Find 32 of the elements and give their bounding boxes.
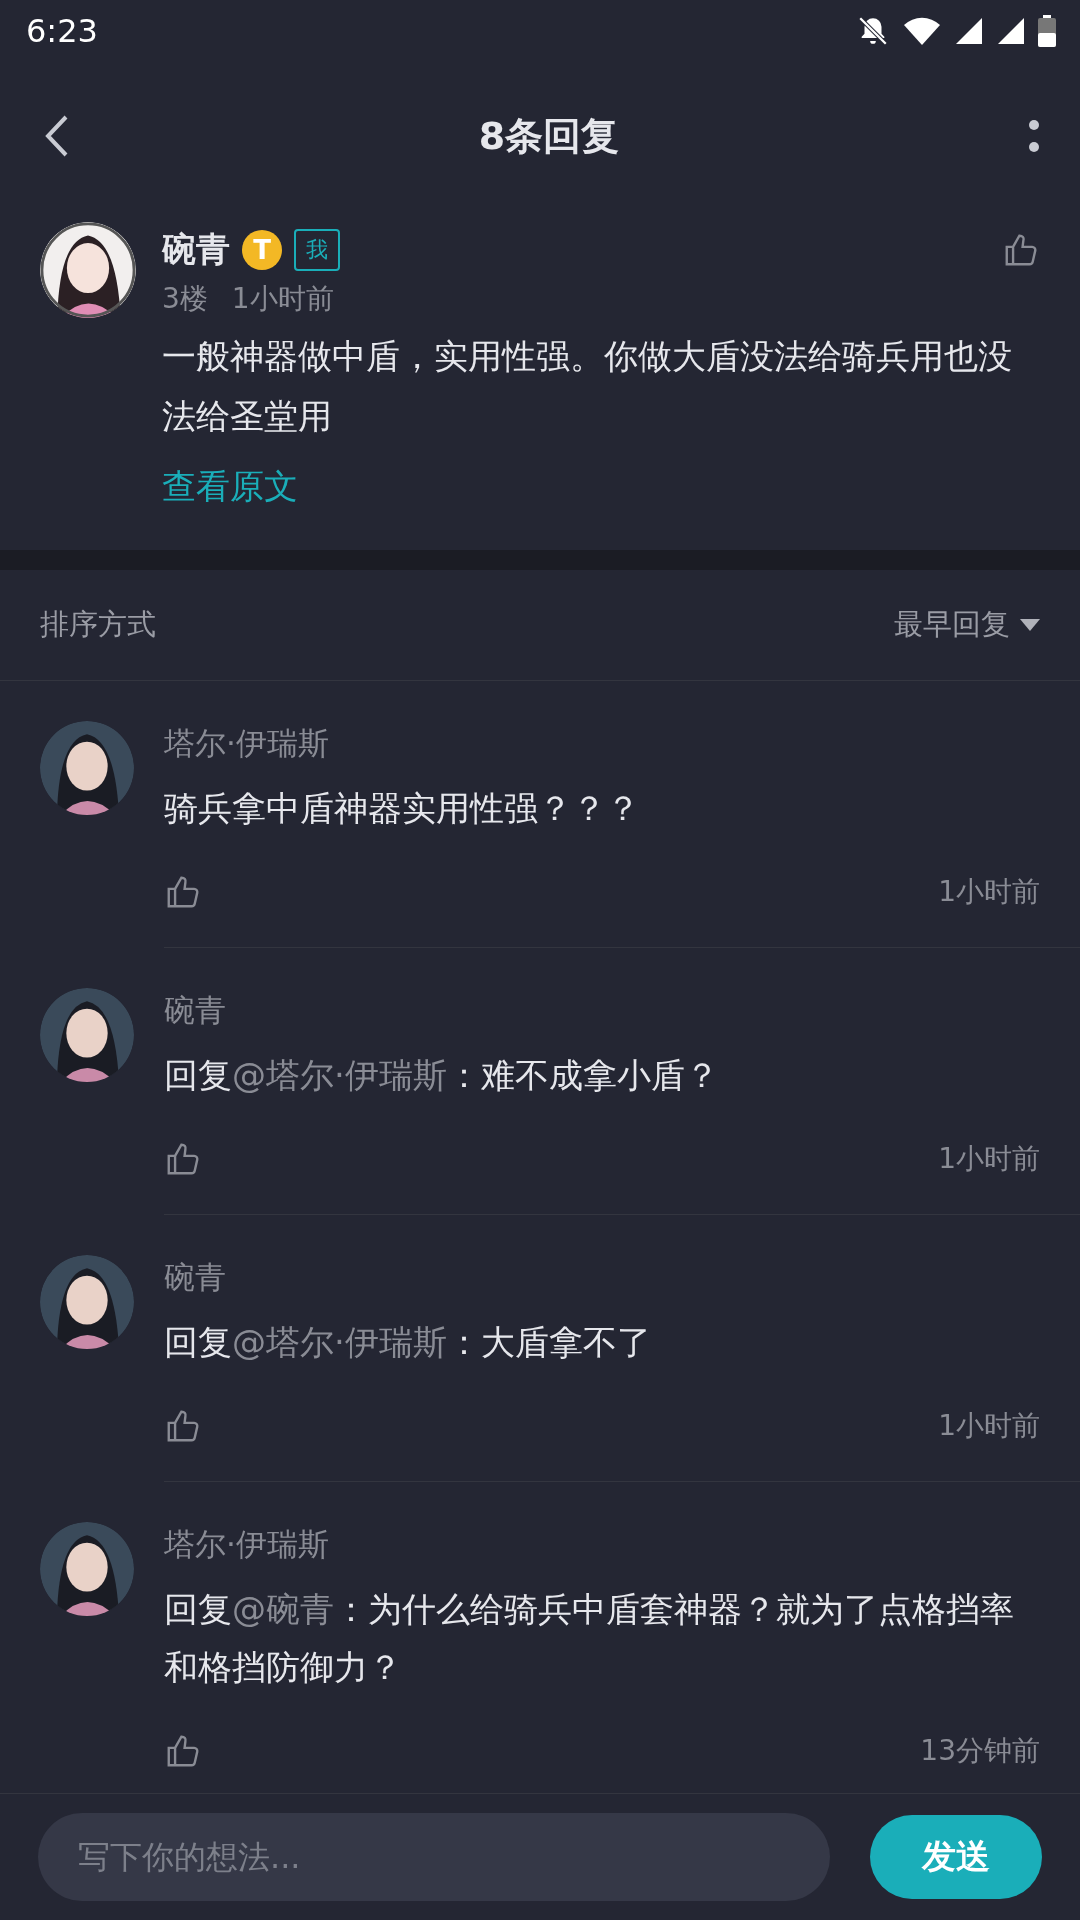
- battery-icon: [1038, 15, 1056, 47]
- author-name: 碗青: [162, 228, 230, 271]
- page-title: 8条回复: [478, 112, 620, 160]
- reply-text: 骑兵拿中盾神器实用性强？？？: [164, 787, 641, 830]
- reply-text: 回复@碗青：为什么给骑兵中盾套神器？就为了点格挡率和格挡防御力？: [164, 1588, 1015, 1689]
- caret-icon: [1020, 619, 1040, 631]
- back-icon[interactable]: [44, 114, 70, 158]
- author-name: 碗青: [164, 991, 227, 1030]
- me-tag: 我: [294, 229, 340, 271]
- sort-dropdown[interactable]: 最早回复: [894, 605, 1040, 645]
- reply-time: 1小时前: [938, 1141, 1040, 1177]
- wifi-icon: [902, 15, 942, 47]
- bell-off-icon: [856, 14, 890, 48]
- sort-label: 排序方式: [40, 606, 156, 643]
- signal-icon: [954, 16, 984, 46]
- author-name: 塔尔·伊瑞斯: [164, 724, 330, 763]
- post-time: 1小时前: [231, 281, 334, 317]
- view-original-link[interactable]: 查看原文: [162, 464, 1040, 510]
- comment-text: 一般神器做中盾，实用性强。你做大盾没法给骑兵用也没法给圣堂用: [162, 335, 1013, 438]
- reply-time: 1小时前: [938, 874, 1040, 910]
- status-time: 6:23: [26, 12, 98, 50]
- comment-input[interactable]: 写下你的想法...: [38, 1813, 830, 1901]
- reply-time: 1小时前: [938, 1408, 1040, 1444]
- reply-text: 回复@塔尔·伊瑞斯：大盾拿不了: [164, 1321, 652, 1364]
- signal-icon: [996, 16, 1026, 46]
- reply-text: 回复@塔尔·伊瑞斯：难不成拿小盾？: [164, 1054, 720, 1097]
- author-name: 塔尔·伊瑞斯: [164, 1525, 330, 1564]
- author-name: 碗青: [164, 1258, 227, 1297]
- floor-number: 3楼: [162, 281, 208, 317]
- level-badge: T: [242, 230, 282, 270]
- reply-time: 13分钟前: [920, 1733, 1040, 1769]
- more-icon[interactable]: [1028, 119, 1040, 153]
